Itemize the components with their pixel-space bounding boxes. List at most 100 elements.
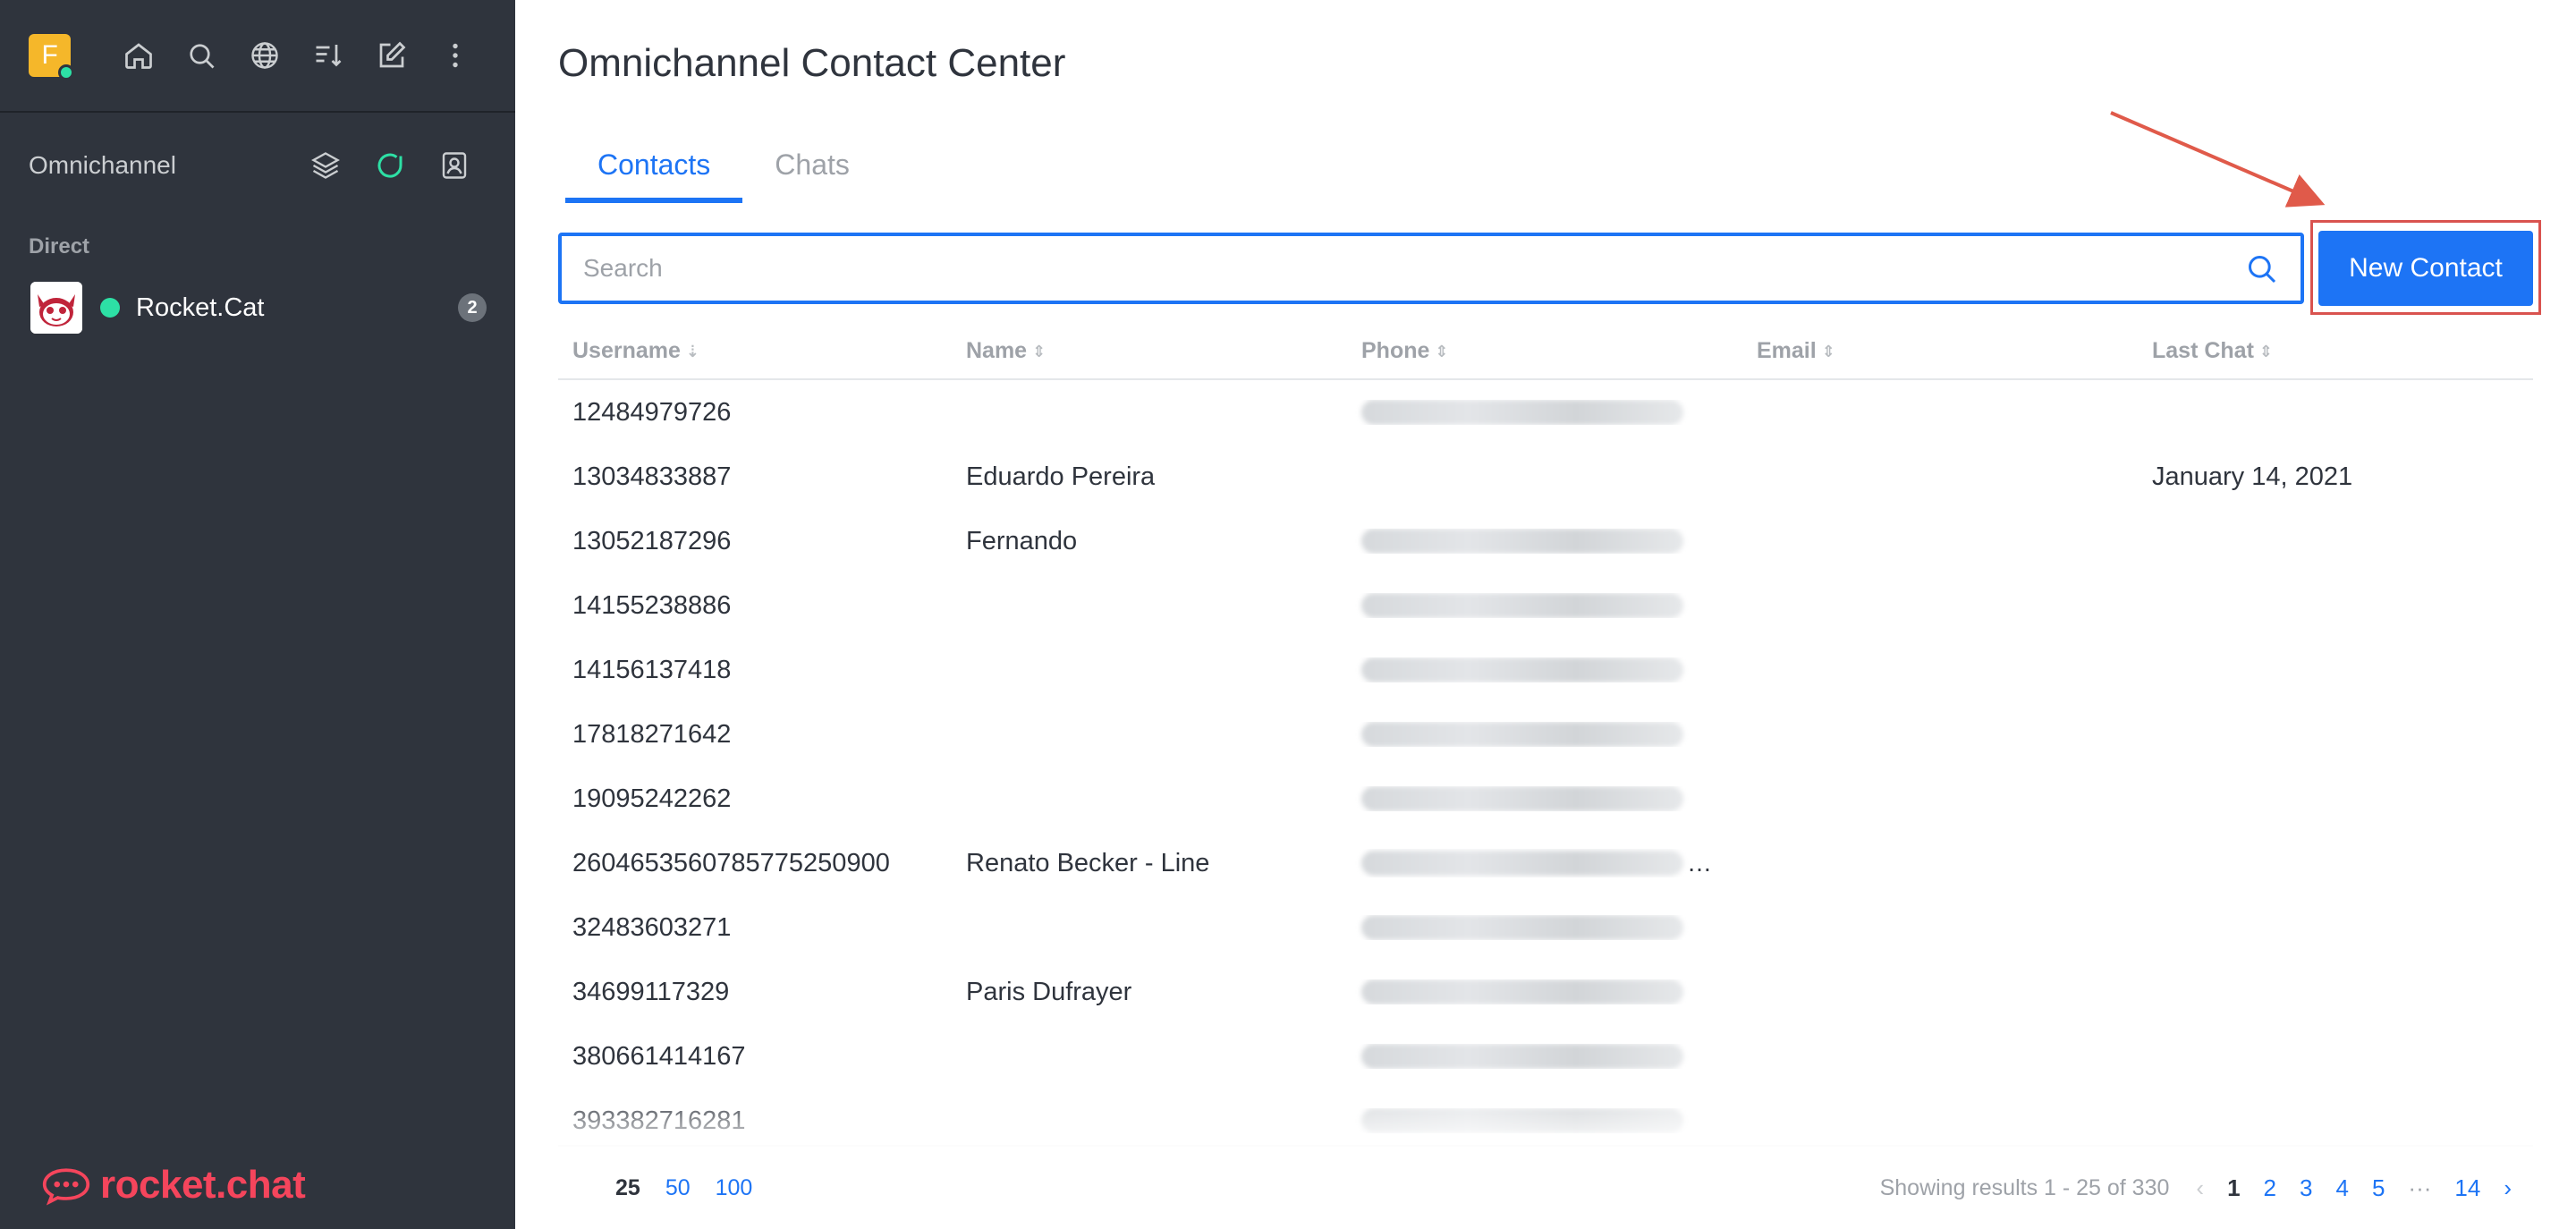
room-name: Rocket.Cat	[136, 292, 265, 322]
cell-phone: …	[1347, 849, 1742, 877]
cell-phone	[1347, 915, 1742, 940]
cell-username: 34699117329	[572, 977, 730, 1006]
column-header-label: Last Chat	[2152, 338, 2254, 363]
table-body: 12484979726 13034833887 Eduardo Pereira Jan…	[558, 380, 2533, 1153]
cell-username: 14155238886	[572, 590, 732, 620]
column-header-name[interactable]: Name ⇕	[952, 338, 1347, 364]
table-row[interactable]: 13052187296 Fernando	[558, 509, 2533, 573]
contact-center-icon[interactable]	[422, 133, 487, 198]
cell-name: Fernando	[966, 526, 1078, 555]
search-icon[interactable]	[170, 23, 233, 88]
table-row[interactable]: 380661414167	[558, 1024, 2533, 1089]
cell-phone	[1347, 400, 1742, 425]
redacted-phone	[1361, 851, 1683, 876]
redacted-phone	[1361, 529, 1683, 554]
results-summary: Showing results 1 - 25 of 330	[1879, 1174, 2170, 1200]
cell-username: 13052187296	[572, 526, 732, 555]
table-row[interactable]: 19095242262	[558, 767, 2533, 831]
tabs: Contacts Chats	[565, 134, 882, 203]
table-row[interactable]: 13034833887 Eduardo Pereira January 14, 20…	[558, 445, 2533, 509]
redacted-phone	[1361, 1044, 1683, 1069]
cell-name: Renato Becker - Line	[966, 848, 1210, 877]
tab-contacts[interactable]: Contacts	[565, 134, 743, 203]
redacted-phone	[1361, 979, 1683, 1004]
sort-arrows-icon: ⇣	[685, 342, 699, 360]
previous-page-icon[interactable]: ‹	[2196, 1174, 2204, 1202]
cell-username: 12484979726	[572, 397, 732, 427]
user-avatar[interactable]: F	[29, 34, 75, 81]
sort-arrows-icon: ⇕	[1821, 342, 1835, 360]
search-input[interactable]	[583, 254, 2243, 283]
redacted-phone	[1361, 657, 1683, 682]
table-row[interactable]: 14156137418	[558, 638, 2533, 702]
page-link[interactable]: 1	[2227, 1174, 2240, 1202]
main-content: Omnichannel Contact Center Contacts Chat…	[515, 0, 2576, 1229]
column-header-label: Email	[1757, 338, 1817, 363]
sort-arrows-icon: ⇕	[1435, 342, 1449, 360]
table-header: Username ⇣ Name ⇕ Phone ⇕ Email ⇕ Last C…	[558, 338, 2533, 380]
page-link[interactable]: 5	[2372, 1174, 2385, 1202]
table-row[interactable]: 34699117329 Paris Dufrayer	[558, 960, 2533, 1024]
cell-username: 32483603271	[572, 912, 732, 942]
unread-badge: 2	[458, 293, 487, 322]
table-row[interactable]: 14155238886	[558, 573, 2533, 638]
per-page-option[interactable]: 100	[716, 1175, 753, 1201]
omnichannel-bar: Omnichannel	[0, 113, 515, 218]
per-page-option[interactable]: 25	[615, 1175, 640, 1201]
rocket-chat-logo-icon	[42, 1168, 90, 1206]
cell-phone	[1347, 786, 1742, 811]
cell-phone	[1347, 593, 1742, 618]
cell-phone	[1347, 529, 1742, 554]
table-footer: 25 50 100 Showing results 1 - 25 of 330 …	[558, 1093, 2533, 1229]
kebab-menu-icon[interactable]	[423, 23, 487, 88]
brand-wordmark: rocket.chat	[100, 1163, 306, 1207]
table-row[interactable]: 32483603271	[558, 895, 2533, 960]
table-row[interactable]: 17818271642	[558, 702, 2533, 767]
cell-name: Eduardo Pereira	[966, 462, 1156, 491]
items-per-page: 25 50 100	[615, 1175, 752, 1201]
cell-username: 2604653560785775250900	[572, 848, 890, 877]
table-row[interactable]: 2604653560785775250900 Renato Becker - Li…	[558, 831, 2533, 895]
annotation-arrow	[2110, 111, 2326, 208]
tab-chats[interactable]: Chats	[742, 134, 882, 203]
cell-phone	[1347, 979, 1742, 1004]
column-header-phone[interactable]: Phone ⇕	[1347, 338, 1742, 364]
cell-username: 19095242262	[572, 784, 732, 813]
sidebar-room-rocket-cat[interactable]: Rocket.Cat 2	[0, 272, 515, 343]
column-header-label: Username	[572, 338, 681, 363]
truncation-ellipsis: …	[1687, 849, 1712, 877]
cell-username: 14156137418	[572, 655, 732, 684]
page-link[interactable]: 2	[2264, 1174, 2276, 1202]
column-header-email[interactable]: Email ⇕	[1742, 338, 2138, 364]
page-link[interactable]: 3	[2300, 1174, 2312, 1202]
cell-last-chat: January 14, 2021	[2152, 462, 2353, 491]
sort-icon[interactable]	[297, 23, 360, 88]
user-status-indicator	[58, 64, 75, 81]
table-row[interactable]: 12484979726	[558, 380, 2533, 445]
home-icon[interactable]	[106, 23, 170, 88]
column-header-label: Name	[966, 338, 1028, 363]
next-page-icon[interactable]: ›	[2504, 1174, 2512, 1202]
new-contact-button[interactable]: New Contact	[2318, 231, 2533, 306]
contacts-table: Username ⇣ Name ⇕ Phone ⇕ Email ⇕ Last C…	[558, 338, 2533, 1153]
cell-phone	[1347, 1044, 1742, 1069]
column-header-username[interactable]: Username ⇣	[558, 338, 952, 364]
cell-username: 380661414167	[572, 1041, 746, 1071]
pagination: ‹ 1 2 3 4 5 ··· 14 ›	[2196, 1174, 2512, 1202]
per-page-option[interactable]: 50	[665, 1175, 691, 1201]
search-icon[interactable]	[2243, 250, 2279, 286]
omnichannel-status-icon[interactable]	[358, 133, 422, 198]
queue-icon[interactable]	[293, 133, 358, 198]
brand-footer: rocket.chat	[41, 1163, 306, 1208]
redacted-phone	[1361, 786, 1683, 811]
directory-icon[interactable]	[233, 23, 297, 88]
create-new-icon[interactable]	[360, 23, 423, 88]
page-link[interactable]: 4	[2335, 1174, 2348, 1202]
cell-username: 17818271642	[572, 719, 732, 749]
page-ellipsis: ···	[2408, 1174, 2432, 1201]
rocket-cat-avatar	[30, 282, 82, 334]
online-status-icon	[100, 298, 120, 318]
page-link[interactable]: 14	[2454, 1174, 2480, 1202]
cell-phone	[1347, 657, 1742, 682]
column-header-last-chat[interactable]: Last Chat ⇕	[2138, 338, 2533, 364]
